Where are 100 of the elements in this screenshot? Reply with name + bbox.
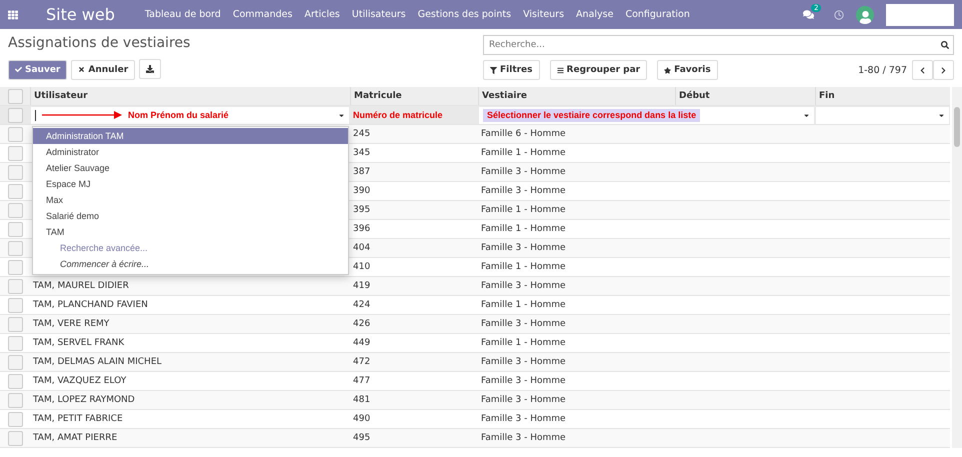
advanced-search-link[interactable]: Recherche avancée... [33,240,348,256]
search-icon[interactable] [941,41,949,49]
row-checkbox[interactable] [8,240,23,256]
dropdown-option[interactable]: Administrator [33,144,348,160]
list-icon [556,66,564,74]
dropdown-option[interactable]: TAM [33,224,348,240]
table-cell-text: Famille 3 - Homme [480,319,567,329]
table-cell-text: Famille 3 - Homme [480,357,567,367]
menu-item[interactable]: Tableau de bord [144,9,221,20]
pager-text: 1-80 / 797 [858,64,907,76]
table-cell-text: 245 [352,129,372,139]
menu-item[interactable]: Gestions des points [418,9,512,20]
filter-icon [490,66,497,74]
chat-icon[interactable] [803,9,814,20]
row-checkbox[interactable] [8,374,23,388]
app-title: Site web [46,5,115,24]
row-checkbox[interactable] [8,336,23,350]
dropdown-option[interactable]: Atelier Sauvage [33,160,348,176]
column-header[interactable]: Matricule [350,87,478,105]
check-icon [15,66,22,73]
cancel-button[interactable]: Annuler [71,60,136,80]
apps-icon[interactable] [8,10,18,20]
end-date-field[interactable] [816,106,949,124]
table-cell-text: 387 [352,167,372,177]
search-field[interactable]: Recherche... [483,35,954,55]
caret-icon[interactable] [938,112,945,118]
table-cell-text: Famille 3 - Homme [480,281,567,291]
row-checkbox[interactable] [8,316,23,332]
table-cell-text: Famille 1 - Homme [480,224,567,234]
previous-button[interactable] [912,60,933,80]
row-checkbox[interactable] [8,184,23,198]
row-checkbox[interactable] [8,354,23,370]
table-cell-text: TAM, DELMAS ALAIN MICHEL [32,357,163,367]
chevron-left-icon [919,66,926,74]
row-checkbox[interactable] [8,126,23,142]
filter-button[interactable]: Filtres [483,60,540,80]
row-checkbox[interactable] [8,202,23,218]
page-title: Assignations de vestiaires [8,35,192,53]
table-cell-text: Famille 3 - Homme [480,167,567,177]
column-header[interactable]: Utilisateur [30,87,350,105]
row-checkbox[interactable] [8,146,23,160]
table-cell-text: 395 [352,205,372,215]
menu-item[interactable]: Utilisateurs [352,9,406,20]
user-name-box [886,4,954,26]
column-header[interactable]: Vestiaire [478,87,675,105]
table-cell-text: 424 [352,300,372,310]
table-cell-text: Famille 1 - Homme [480,338,567,348]
download-icon [146,65,154,73]
row-checkbox[interactable] [8,392,23,408]
dropdown-option[interactable]: Espace MJ [33,176,348,192]
row-checkbox[interactable] [8,430,23,446]
table-cell-text: TAM, VAZQUEZ ELOY [32,376,128,386]
filter-button[interactable]: Regrouper par [550,60,648,80]
clock-icon[interactable] [834,10,844,20]
menu-item[interactable]: Articles [304,9,340,20]
row-checkbox[interactable] [8,108,23,122]
dropdown-option[interactable]: Max [33,192,348,208]
table-cell-text: TAM, SERVEL FRANK [32,338,126,348]
table-cell-text: Famille 3 - Homme [480,433,567,443]
select-all-checkbox[interactable] [8,88,23,104]
table-cell-text: TAM, PETIT FABRICE [32,414,124,424]
row-checkbox[interactable] [8,222,23,236]
download-button[interactable] [139,59,162,79]
table-cell-text: 345 [352,148,372,158]
user-field[interactable]: Nom Prénom du salarié [31,106,349,124]
table-cell-text: Famille 1 - Homme [480,205,567,215]
dropdown-option[interactable]: Administration TAM [33,128,348,144]
table-cell-text: TAM, MAUREL DIDIER [32,281,130,291]
avatar-icon[interactable] [856,6,874,24]
table-cell-text: Famille 3 - Homme [480,186,567,196]
menu-item[interactable]: Configuration [625,9,690,20]
annotation-text: Nom Prénom du salarié [128,110,229,120]
next-button[interactable] [933,60,954,80]
table-cell-text: 426 [352,319,372,329]
table-cell-text: 481 [352,395,372,405]
scrollbar[interactable] [952,87,962,448]
table-cell-text: 396 [352,224,372,234]
row-checkbox[interactable] [8,260,23,274]
row-checkbox[interactable] [8,412,23,426]
save-button[interactable]: Sauver [8,60,68,80]
table-cell-text: 404 [352,243,372,253]
menu-item[interactable]: Analyse [576,9,614,20]
menu-item[interactable]: Visiteurs [523,9,564,20]
table-cell-text: 477 [352,376,372,386]
table-cell-text: Famille 3 - Homme [480,395,567,405]
dropdown-option[interactable]: Salarié demo [33,208,348,224]
row-checkbox[interactable] [8,278,23,294]
annotation-text: Numéro de matricule [353,110,443,120]
menu-item[interactable]: Commandes [232,9,292,20]
annotation-text: Sélectionner le vestiaire correspond dans la liste [487,110,696,120]
table-cell-text: TAM, PLANCHAND FAVIEN [32,300,149,310]
filter-button[interactable]: Favoris [657,60,718,80]
row-checkbox[interactable] [8,164,23,180]
caret-icon[interactable] [803,112,810,118]
column-header[interactable]: Fin [815,87,950,105]
column-header[interactable]: Début [675,87,815,105]
table-cell-text: 449 [352,338,372,348]
caret-icon[interactable] [338,112,345,118]
table-cell-text: Famille 1 - Homme [480,262,567,272]
row-checkbox[interactable] [8,298,23,312]
